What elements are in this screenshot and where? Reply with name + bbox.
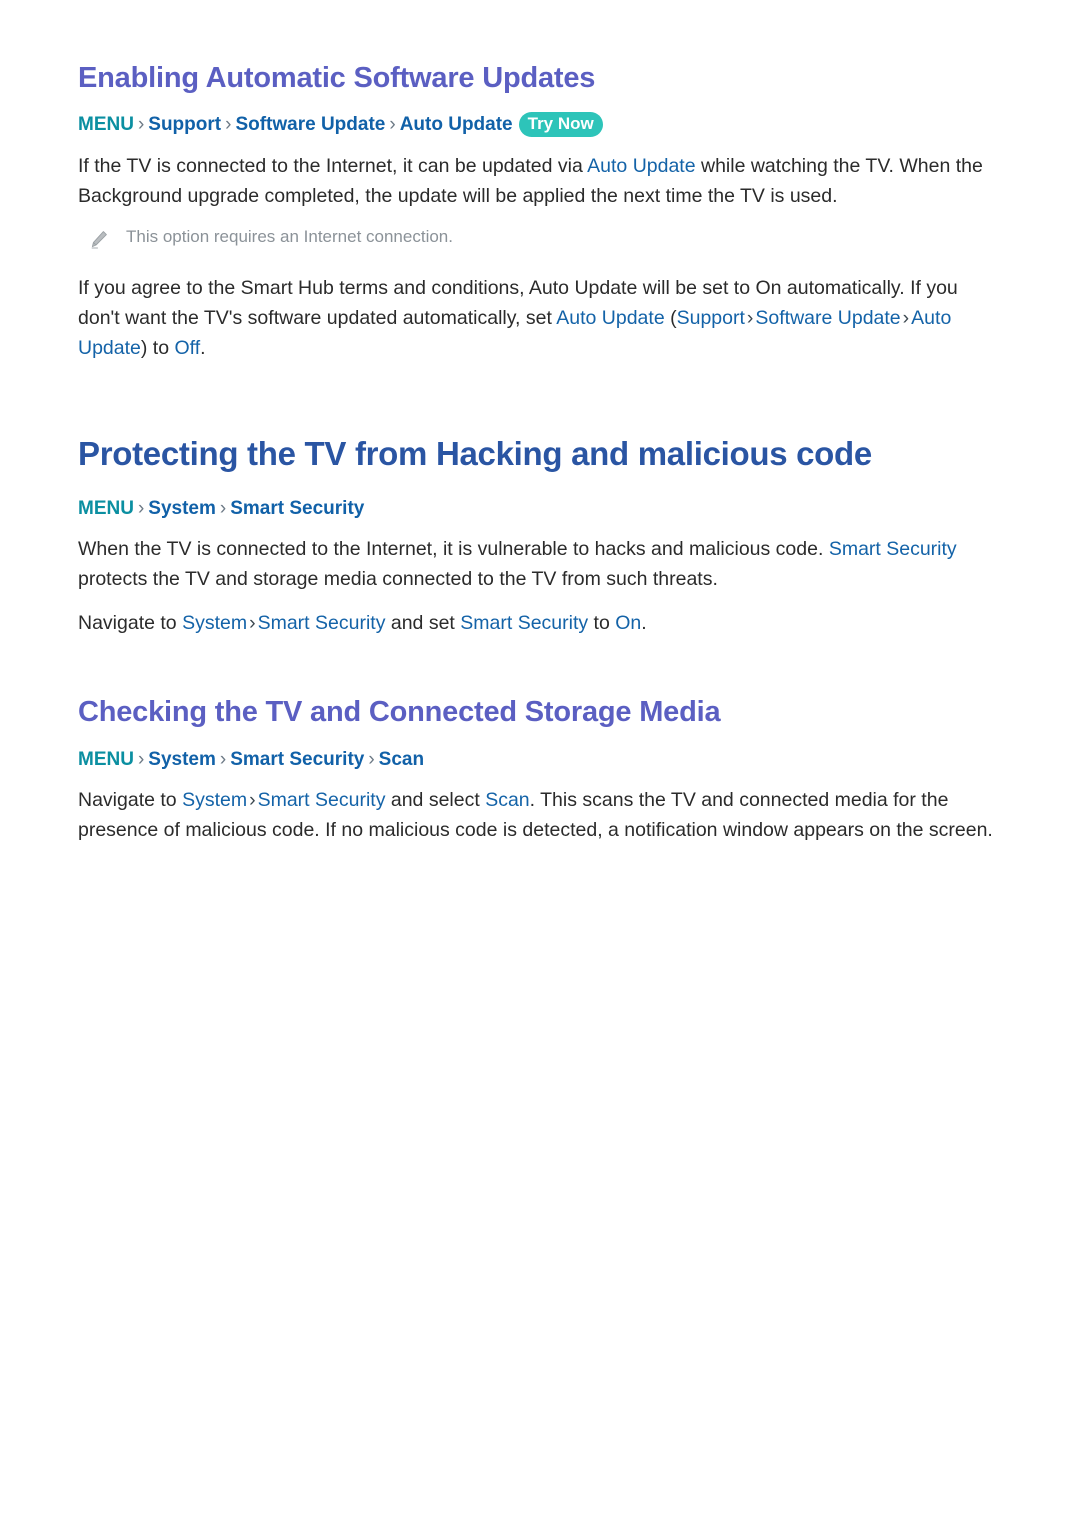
paragraph-auto-update-terms: If you agree to the Smart Hub terms and … (78, 273, 1002, 363)
text-fragment: . (641, 612, 647, 635)
text-fragment: to (588, 612, 616, 635)
section-auto-update: Enabling Automatic Software Updates MENU… (78, 62, 1002, 363)
page-title-protecting-the-tv: Protecting the TV from Hacking and malic… (78, 434, 872, 472)
inline-link-support[interactable]: Support (677, 307, 745, 329)
chevron-right-icon: › (137, 748, 145, 770)
inline-link-scan[interactable]: Scan (485, 789, 529, 811)
chevron-right-icon: › (219, 748, 227, 770)
chevron-right-icon: › (389, 114, 396, 136)
text-fragment: Navigate to (78, 612, 183, 635)
breadcrumb-menu-root[interactable]: MENU (78, 114, 134, 135)
inline-link-smart-security[interactable]: Smart Security (258, 789, 386, 811)
chevron-right-icon: › (249, 789, 256, 812)
inline-link-smart-security[interactable]: Smart Security (460, 612, 588, 634)
inline-link-smart-security[interactable]: Smart Security (829, 538, 957, 560)
inline-link-auto-update[interactable]: Auto Update (587, 155, 695, 177)
text-fragment: and set (385, 612, 461, 635)
page-title-checking-the-tv-and-connected-storage-media: Checking the TV and Connected Storage Me… (78, 696, 721, 729)
paragraph-auto-update-intro: If the TV is connected to the Internet, … (78, 151, 1002, 211)
paragraph-smart-security-intro: When the TV is connected to the Internet… (78, 534, 1002, 594)
text-fragment: Navigate to (78, 789, 183, 812)
pencil-icon (88, 229, 110, 251)
inline-link-auto-update[interactable]: Auto Update (556, 307, 664, 329)
breadcrumb-menu-root[interactable]: MENU (78, 749, 134, 770)
breadcrumb-item-system[interactable]: System (148, 749, 216, 770)
breadcrumb-item-scan[interactable]: Scan (379, 749, 424, 770)
breadcrumb-item-software-update[interactable]: Software Update (235, 114, 385, 135)
text-fragment: ( (664, 306, 677, 329)
text-fragment: to (147, 336, 175, 359)
paragraph-scan-navigate: Navigate to System › Smart Security and se… (78, 785, 1002, 845)
inline-link-smart-security[interactable]: Smart Security (258, 612, 386, 634)
section-scan: Checking the TV and Connected Storage Me… (78, 696, 1002, 845)
breadcrumb-smart-security: MENU › System › Smart Security (78, 495, 1002, 523)
chevron-right-icon: › (219, 497, 227, 519)
breadcrumb-item-smart-security[interactable]: Smart Security (230, 749, 364, 770)
inline-link-off[interactable]: Off (175, 337, 201, 359)
text-fragment: When the TV is connected to the Internet… (78, 538, 829, 561)
text-fragment: . (200, 336, 206, 359)
inline-link-system[interactable]: System (182, 789, 247, 811)
page-title-enabling-automatic-software-updates: Enabling Automatic Software Updates (78, 62, 596, 94)
inline-link-system[interactable]: System (182, 612, 247, 634)
text-fragment: protects the TV and storage media connec… (78, 568, 718, 591)
manual-page: Enabling Automatic Software Updates MENU… (0, 0, 1080, 1527)
chevron-right-icon: › (137, 114, 145, 136)
chevron-right-icon: › (902, 306, 910, 329)
chevron-right-icon: › (746, 306, 754, 329)
chevron-right-icon: › (137, 497, 145, 519)
note-internet-connection: This option requires an Internet connect… (78, 225, 1002, 251)
chevron-right-icon: › (368, 748, 375, 770)
breadcrumb-item-auto-update[interactable]: Auto Update (400, 114, 513, 135)
breadcrumb-auto-update: MENU › Support › Software Update › Auto Update… (78, 111, 1002, 139)
breadcrumb-item-support[interactable]: Support (148, 114, 221, 135)
note-text: This option requires an Internet connect… (126, 226, 453, 246)
breadcrumb-menu-root[interactable]: MENU (78, 498, 134, 519)
inline-link-on[interactable]: On (615, 612, 641, 634)
text-fragment: and select (385, 789, 486, 812)
text-fragment: If the TV is connected to the Internet, … (78, 154, 588, 177)
breadcrumb-item-system[interactable]: System (148, 498, 216, 519)
breadcrumb-item-smart-security[interactable]: Smart Security (230, 498, 364, 519)
section-smart-security: Protecting the TV from Hacking and malic… (78, 435, 1002, 638)
breadcrumb-scan: MENU › System › Smart Security › Scan (78, 746, 1002, 774)
chevron-right-icon: › (225, 114, 232, 136)
inline-link-software-update[interactable]: Software Update (755, 307, 900, 329)
try-now-badge[interactable]: Try Now (518, 111, 603, 138)
paragraph-smart-security-navigate: Navigate to System › Smart Security and se… (78, 608, 1002, 638)
chevron-right-icon: › (249, 612, 256, 635)
